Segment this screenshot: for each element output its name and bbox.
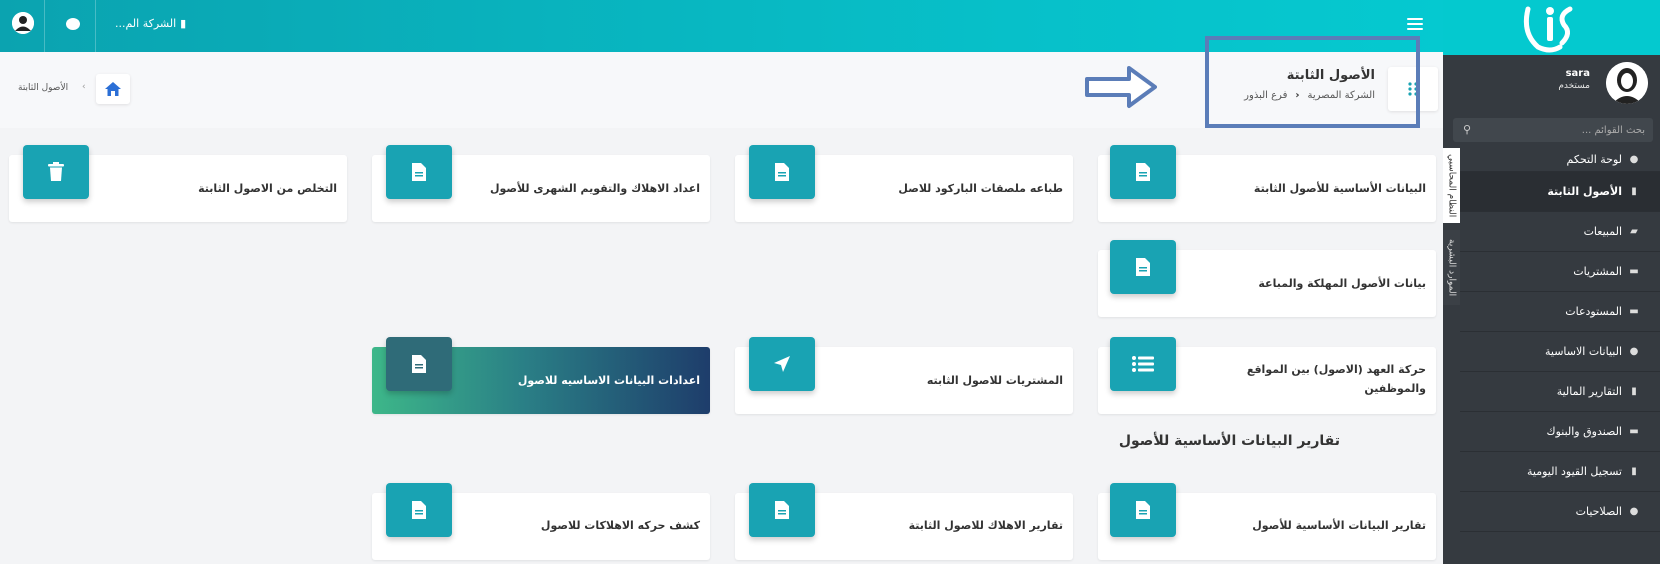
file-icon: ▮ <box>1631 186 1637 197</box>
menu-toggle-icon[interactable] <box>1407 18 1423 30</box>
sidebar: sara مستخدم بحث القوائم ... ⚲ النظام الم… <box>1443 0 1660 564</box>
card-depreciation-reports[interactable]: تقارير الاهلاك للاصول الثابتة <box>735 483 1073 560</box>
file-icon <box>749 145 815 199</box>
sidebar-item-permissions[interactable]: ● الصلاحيات <box>1460 492 1660 532</box>
trash-icon <box>23 145 89 199</box>
file-icon <box>386 337 452 391</box>
chevron-icon: ‹ <box>82 82 86 92</box>
annotation-arrow-icon <box>1085 65 1157 109</box>
building-icon: ▮ <box>180 17 187 30</box>
sidebar-item-label: المبيعات <box>1583 225 1622 238</box>
logo <box>1443 0 1660 55</box>
sidebar-item-label: التقارير المالية <box>1556 385 1622 398</box>
sidebar-item-label: المستودعات <box>1565 305 1622 318</box>
tab-hr[interactable]: الموارد البشرية <box>1443 230 1460 305</box>
card-label: تقارير الاهلاك للاصول الثابتة <box>908 519 1063 532</box>
company-selector[interactable]: ▮ الشركة الم... <box>115 17 186 30</box>
card-depreciation-movement-statement[interactable]: كشف حركه الاهلاكات للاصول <box>372 483 710 560</box>
sidebar-menu: ● لوحة التحكم ▮ الأصول الثابتة ▰ المبيعات ▬… <box>1460 148 1660 532</box>
card-basic-data-reports[interactable]: تقارير البيانات الأساسية للأصول <box>1098 483 1436 560</box>
file-icon <box>1110 240 1176 294</box>
sidebar-item-purchases[interactable]: ▬ المشتريات <box>1460 252 1660 292</box>
sidebar-item-label: البيانات الاساسية <box>1545 345 1622 358</box>
sidebar-item-label: الأصول الثابتة <box>1547 185 1622 198</box>
card-label: البيانات الأساسية للأصول الثابتة <box>1253 182 1426 195</box>
sidebar-item-cash-banks[interactable]: ▬ الصندوق والبنوك <box>1460 412 1660 452</box>
warehouse-icon: ▬ <box>1629 306 1639 317</box>
card-fixed-assets-basic-data[interactable]: البيانات الأساسية للأصول الثابتة <box>1098 145 1436 222</box>
card-depreciated-sold-assets[interactable]: بيانات الأصول المهلكة والمباعة <box>1098 240 1436 317</box>
chat-icon[interactable] <box>66 18 80 30</box>
menu-search-input[interactable]: بحث القوائم ... ⚲ <box>1453 118 1653 142</box>
dashboard-icon: ● <box>1629 154 1639 165</box>
file-icon: ▮ <box>1631 386 1637 397</box>
user-name: sara <box>1565 68 1590 79</box>
card-label: التخلص من الاصول الثابتة <box>198 182 337 195</box>
sidebar-item-label: تسجيل القيود اليومية <box>1526 465 1622 478</box>
sidebar-item-financial-reports[interactable]: ▮ التقارير المالية <box>1460 372 1660 412</box>
sidebar-item-label: الصلاحيات <box>1575 505 1622 518</box>
file-icon <box>1110 145 1176 199</box>
file-icon: ▮ <box>1631 466 1637 477</box>
sidebar-item-sales[interactable]: ▰ المبيعات <box>1460 212 1660 252</box>
sidebar-item-basic-data[interactable]: ● البيانات الاساسية <box>1460 332 1660 372</box>
sidebar-user: sara مستخدم <box>1443 58 1660 113</box>
info-icon: ● <box>1629 346 1639 357</box>
file-icon <box>386 145 452 199</box>
card-barcode-labels[interactable]: طباعه ملصقات الباركود للاصل <box>735 145 1073 222</box>
card-asset-disposal[interactable]: التخلص من الاصول الثابتة <box>9 145 347 222</box>
search-icon: ⚲ <box>1463 123 1472 136</box>
avatar[interactable] <box>1606 62 1648 104</box>
topbar-divider <box>95 0 96 52</box>
card-custody-movement[interactable]: حركة العهد (الاصول) بين المواقع والموظفي… <box>1098 337 1436 414</box>
file-icon <box>1110 483 1176 537</box>
sidebar-item-warehouses[interactable]: ▬ المستودعات <box>1460 292 1660 332</box>
users-icon: ● <box>1629 506 1639 517</box>
tab-accounting[interactable]: النظام المحاسبي <box>1443 148 1460 223</box>
sidebar-item-journal-entries[interactable]: ▮ تسجيل القيود اليومية <box>1460 452 1660 492</box>
user-icon[interactable] <box>12 12 34 34</box>
card-label: تقارير البيانات الأساسية للأصول <box>1252 519 1426 532</box>
section-title: تقارير البيانات الأساسية للأصول <box>1118 433 1340 449</box>
card-basic-data-settings[interactable]: اعدادات البيانات الاساسيه للاصول <box>372 337 710 414</box>
card-label: حركة العهد (الاصول) بين المواقع والموظفي… <box>1246 363 1426 395</box>
menu-search-placeholder: بحث القوائم ... <box>1581 124 1645 136</box>
file-icon <box>749 483 815 537</box>
sidebar-item-label: لوحة التحكم <box>1566 153 1622 166</box>
sidebar-item-label: المشتريات <box>1573 265 1622 278</box>
sidebar-item-dashboard[interactable]: ● لوحة التحكم <box>1460 148 1660 172</box>
company-name: الشركة الم... <box>115 17 177 30</box>
user-role: مستخدم <box>1558 81 1590 91</box>
card-depreciation-setup[interactable]: اعداد الاهلاك والتقويم الشهرى للأصول <box>372 145 710 222</box>
sidebar-tabs: النظام المحاسبي الموارد البشرية <box>1443 148 1460 564</box>
navigation-icon <box>749 337 815 391</box>
card-label: المشتريات للاصول الثابته <box>926 374 1063 387</box>
card-label: كشف حركه الاهلاكات للاصول <box>540 519 700 532</box>
sidebar-item-fixed-assets[interactable]: ▮ الأصول الثابتة <box>1460 172 1660 212</box>
truck-icon: ▰ <box>1630 226 1638 237</box>
home-icon[interactable] <box>96 74 130 104</box>
money-icon: ▬ <box>1629 426 1639 437</box>
topbar-divider <box>44 0 45 52</box>
card-label: طباعه ملصقات الباركود للاصل <box>898 182 1063 195</box>
card-label: اعداد الاهلاك والتقويم الشهرى للأصول <box>489 182 700 195</box>
money-icon: ▬ <box>1629 266 1639 277</box>
breadcrumb[interactable]: الأصول الثابتة <box>18 83 68 93</box>
card-asset-purchases[interactable]: المشتريات للاصول الثابته <box>735 337 1073 414</box>
annotation-highlight-box <box>1205 36 1420 128</box>
file-icon <box>386 483 452 537</box>
sidebar-item-label: الصندوق والبنوك <box>1546 425 1623 438</box>
list-icon <box>1110 337 1176 391</box>
card-label: بيانات الأصول المهلكة والمباعة <box>1258 277 1426 290</box>
card-label: اعدادات البيانات الاساسيه للاصول <box>517 374 700 387</box>
